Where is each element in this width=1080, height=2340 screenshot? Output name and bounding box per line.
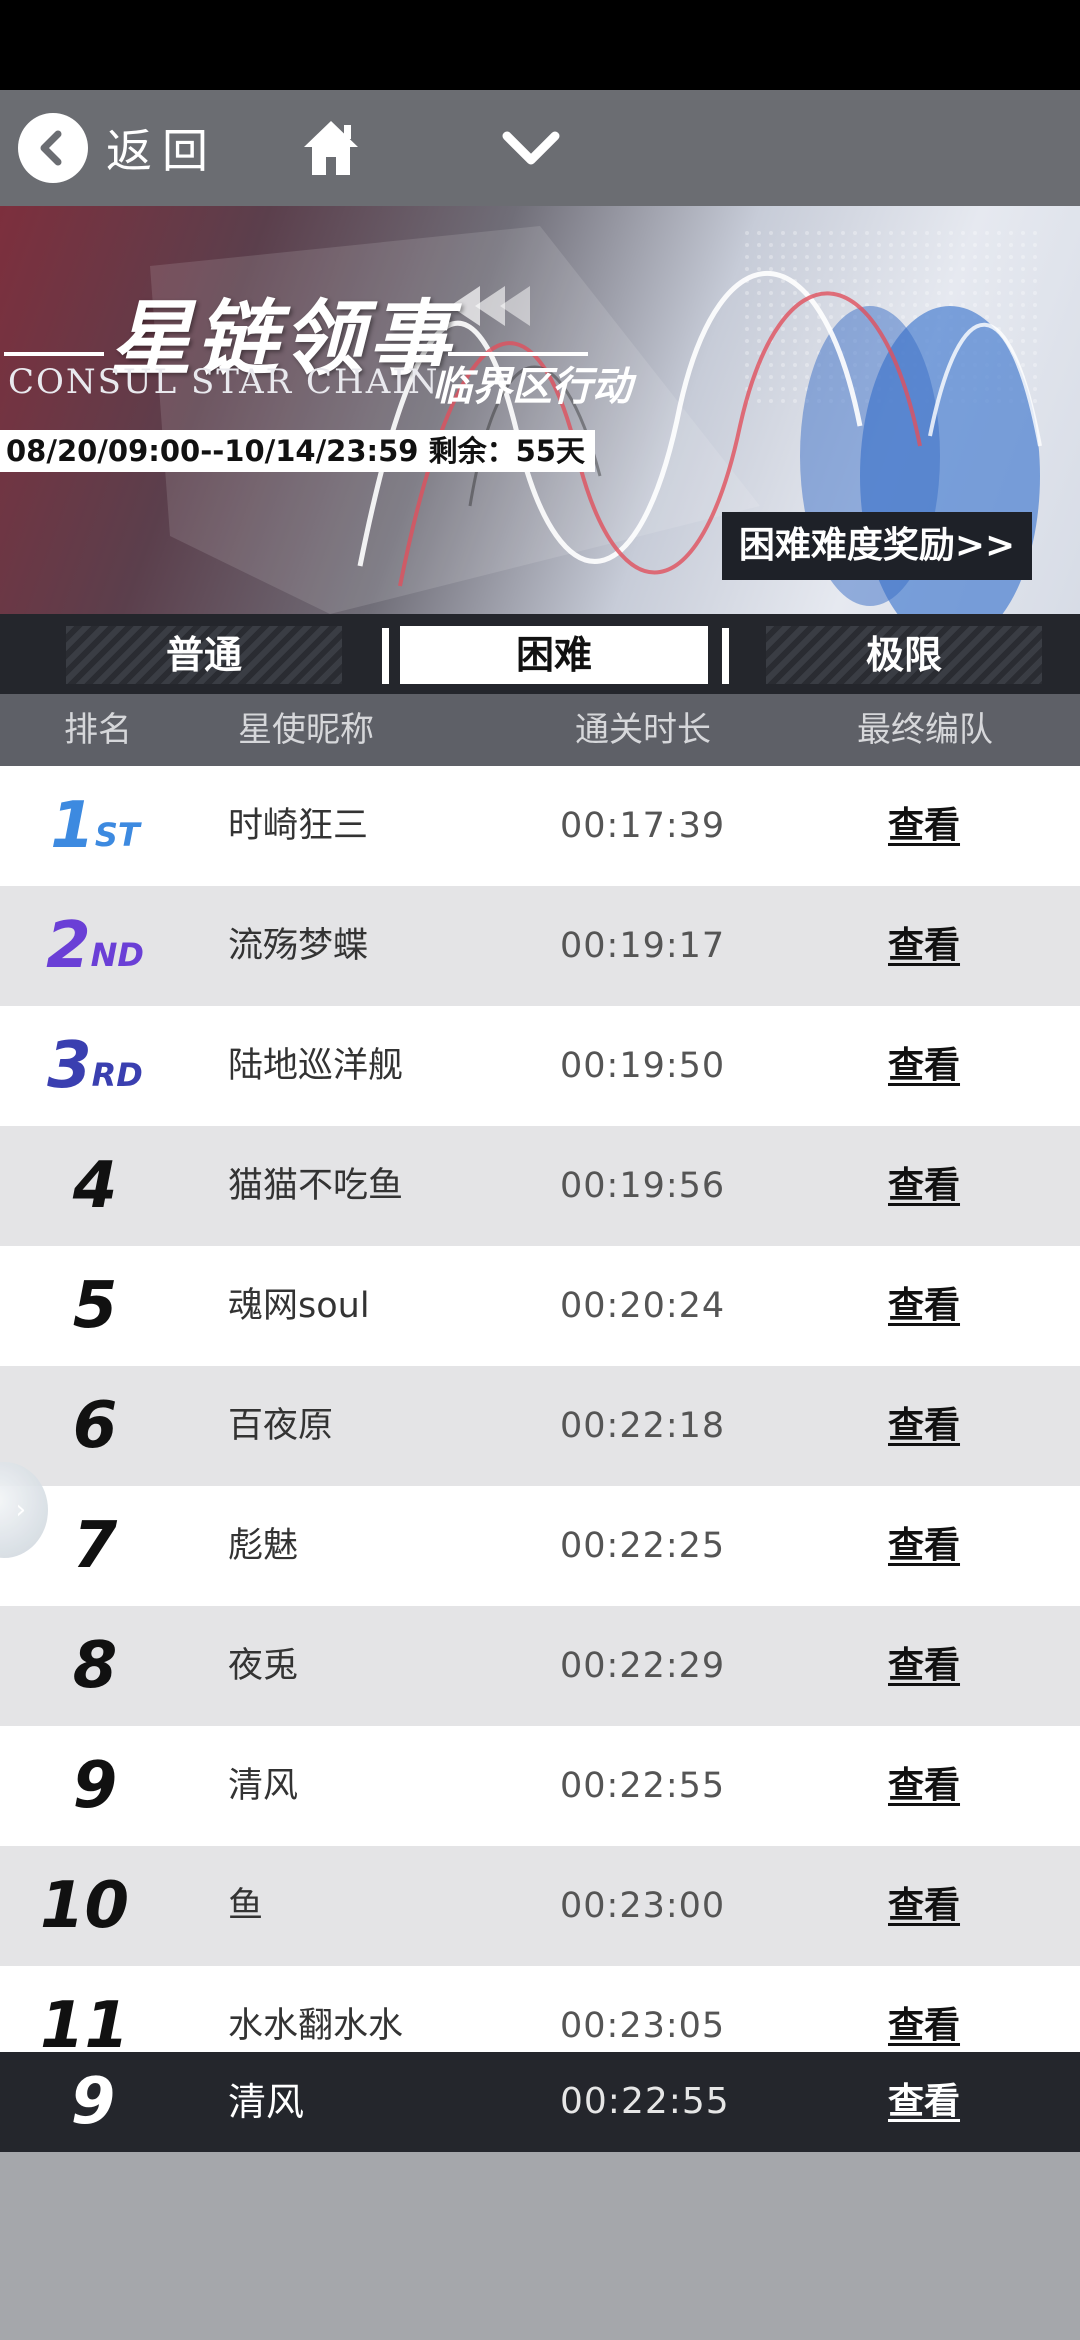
chevron-down-icon [502, 131, 560, 165]
my-rank-row: 9 清风 00:22:55 查看 [0, 2052, 1080, 2152]
clear-time: 00:22:55 [560, 1766, 726, 1806]
ranking-list[interactable]: 1 ST 时崎狂三 00:17:39 查看 2 ND 流殇梦蝶 00:19:17 查看 3 RD 陆地巡… [0, 766, 1080, 2052]
home-button[interactable] [296, 108, 366, 188]
collapse-button[interactable] [496, 108, 566, 188]
table-row: 10 鱼 00:23:00 查看 [0, 1846, 1080, 1966]
table-row: 8 夜兎 00:22:29 查看 [0, 1606, 1080, 1726]
rank-number: 2 ND [46, 909, 144, 983]
rank-number: 8 [72, 1629, 118, 1703]
clear-time: 00:19:17 [560, 926, 726, 966]
table-row: 5 魂网soul 00:20:24 查看 [0, 1246, 1080, 1366]
difficulty-tabs: 普通 困难 极限 [0, 614, 1080, 694]
tab-normal[interactable]: 普通 [66, 626, 342, 684]
rank-number: 6 [72, 1389, 118, 1463]
rank-number: 1 ST [50, 789, 140, 863]
header-nickname: 星使昵称 [238, 710, 374, 750]
table-header: 排名 星使昵称 通关时长 最终编队 [0, 694, 1080, 766]
player-nickname: 陆地巡洋舰 [228, 1046, 404, 1086]
clear-time: 00:22:18 [560, 1406, 726, 1446]
back-label: 返回 [106, 124, 218, 178]
event-subtitle-en: CONSUL STAR CHAIN [8, 362, 440, 402]
player-nickname: 彪魅 [228, 1526, 299, 1566]
clear-time: 00:17:39 [560, 806, 726, 846]
clear-time: 00:22:25 [560, 1526, 726, 1566]
home-icon [304, 121, 358, 175]
table-row: 7 彪魅 00:22:25 查看 [0, 1486, 1080, 1606]
tab-divider [722, 628, 729, 684]
tab-limit[interactable]: 极限 [766, 626, 1042, 684]
player-nickname: 魂网soul [228, 1286, 370, 1326]
player-nickname: 水水翻水水 [228, 2006, 404, 2046]
tab-divider [382, 628, 389, 684]
player-nickname: 夜兎 [228, 1646, 299, 1686]
top-navigation-bar: 返回 [0, 90, 1080, 206]
view-team-button[interactable]: 查看 [888, 1126, 960, 1246]
my-rank-name: 清风 [228, 2080, 305, 2124]
title-rule-left [4, 352, 104, 356]
event-banner: 星链领事 CONSUL STAR CHAIN 临界区行动 08/20/09:00… [0, 206, 1080, 614]
player-nickname: 百夜原 [228, 1406, 334, 1446]
player-nickname: 流殇梦蝶 [228, 926, 369, 966]
clear-time: 00:23:00 [560, 1886, 726, 1926]
player-nickname: 清风 [228, 1766, 299, 1806]
view-team-button[interactable]: 查看 [888, 886, 960, 1006]
header-clear-time: 通关时长 [575, 710, 711, 750]
table-row: 2 ND 流殇梦蝶 00:19:17 查看 [0, 886, 1080, 1006]
player-nickname: 猫猫不吃鱼 [228, 1166, 404, 1206]
view-team-button[interactable]: 查看 [888, 1246, 960, 1366]
clear-time: 00:22:29 [560, 1646, 726, 1686]
back-arrow-icon [18, 113, 88, 183]
view-team-button[interactable]: 查看 [888, 1846, 960, 1966]
view-team-button[interactable]: 查看 [888, 1726, 960, 1846]
rank-number: 9 [72, 1749, 118, 1823]
player-nickname: 时崎狂三 [228, 806, 369, 846]
event-subtitle: 临界区行动 [432, 364, 632, 410]
header-final-team: 最终编队 [857, 710, 993, 750]
table-row: 4 猫猫不吃鱼 00:19:56 查看 [0, 1126, 1080, 1246]
event-date-range: 08/20/09:00--10/14/23:59 剩余：55天 [0, 430, 595, 472]
view-team-button[interactable]: 查看 [888, 1486, 960, 1606]
hard-reward-button[interactable]: 困难难度奖励>> [722, 512, 1032, 580]
clear-time: 00:19:50 [560, 1046, 726, 1086]
table-row: 1 ST 时崎狂三 00:17:39 查看 [0, 766, 1080, 886]
table-row: 9 清风 00:22:55 查看 [0, 1726, 1080, 1846]
rank-number: 10 [40, 1869, 130, 1943]
tab-normal-label: 普通 [165, 633, 242, 677]
status-bar [0, 0, 1080, 90]
tab-hard[interactable]: 困难 [400, 626, 708, 684]
table-row: 6 百夜原 00:22:18 查看 [0, 1366, 1080, 1486]
rank-number: 4 [72, 1149, 118, 1223]
my-rank-time: 00:22:55 [560, 2081, 730, 2122]
rank-number: 11 [40, 1989, 130, 2052]
rank-number: 5 [72, 1269, 118, 1343]
table-row: 3 RD 陆地巡洋舰 00:19:50 查看 [0, 1006, 1080, 1126]
table-row: 11 水水翻水水 00:23:05 查看 [0, 1966, 1080, 2052]
my-rank-number: 9 [70, 2065, 116, 2139]
view-team-button[interactable]: 查看 [888, 1966, 960, 2052]
view-team-button[interactable]: 查看 [888, 1366, 960, 1486]
rank-number: 3 RD [47, 1029, 143, 1103]
clear-time: 00:23:05 [560, 2006, 726, 2046]
tab-limit-label: 极限 [865, 633, 942, 677]
clear-time: 00:19:56 [560, 1166, 726, 1206]
view-team-button[interactable]: 查看 [888, 766, 960, 886]
clear-time: 00:20:24 [560, 1286, 726, 1326]
player-nickname: 鱼 [228, 1886, 264, 1926]
back-button[interactable]: 返回 [18, 108, 218, 188]
tab-hard-label: 困难 [515, 633, 592, 677]
my-rank-view-button[interactable]: 查看 [888, 2052, 960, 2152]
view-team-button[interactable]: 查看 [888, 1006, 960, 1126]
header-rank: 排名 [64, 710, 132, 750]
chevron-right-icon: › [15, 1495, 26, 1525]
view-team-button[interactable]: 查看 [888, 1606, 960, 1726]
